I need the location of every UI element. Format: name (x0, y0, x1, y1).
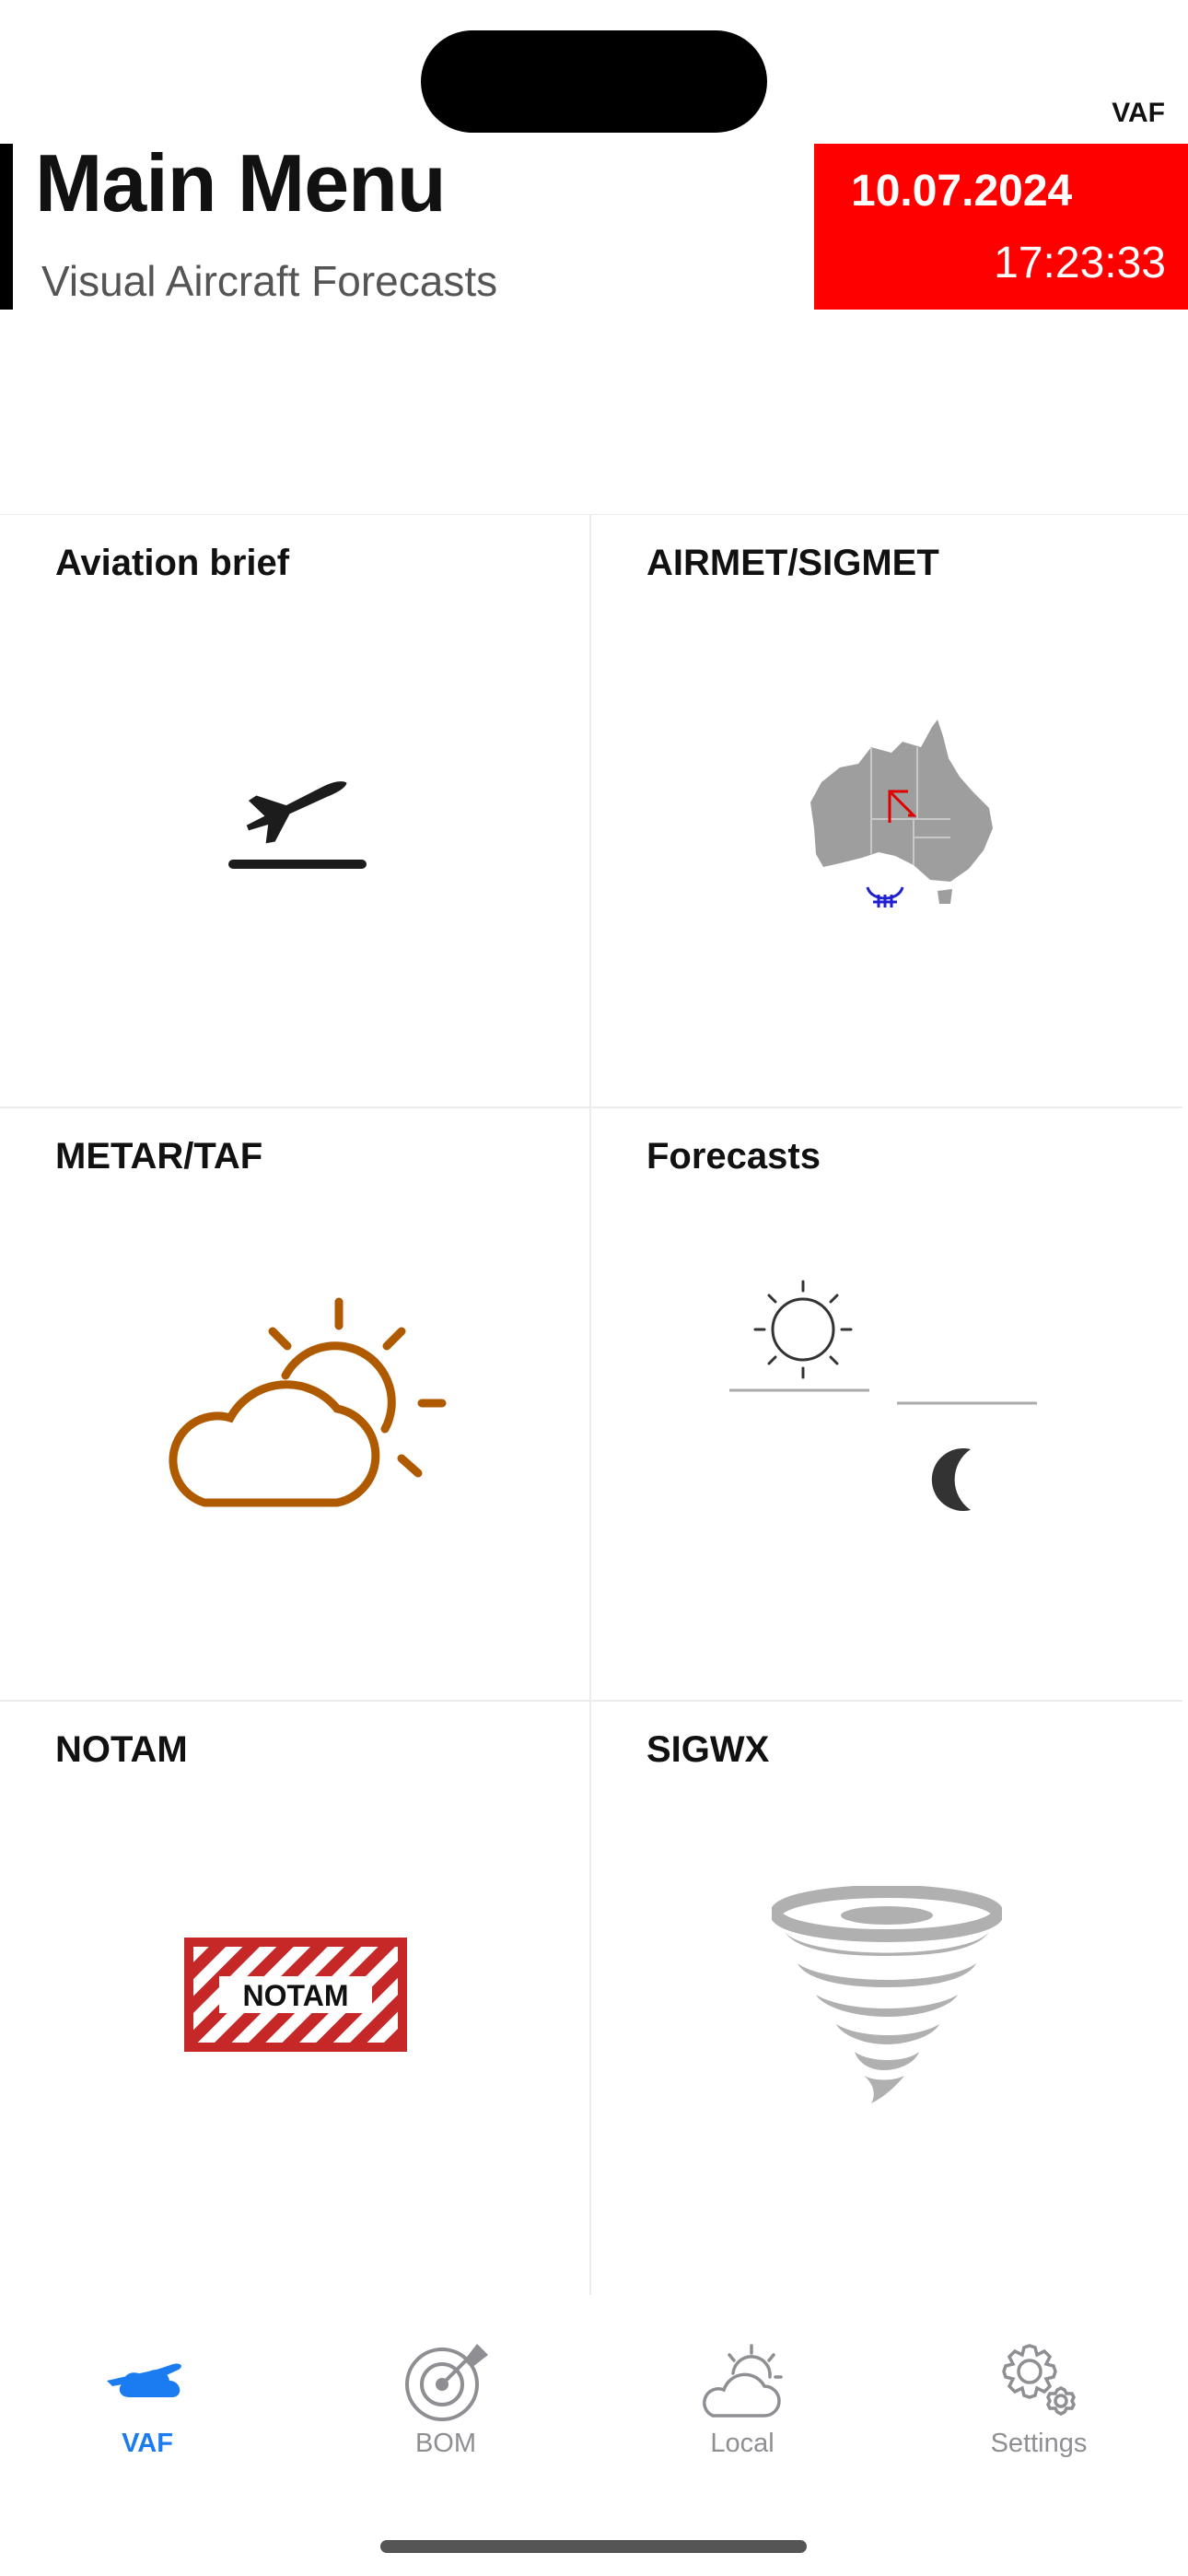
tile-airmet-sigmet[interactable]: AIRMET/SIGMET (591, 515, 1182, 1108)
gear-icon (1002, 2344, 1076, 2416)
page-title: Main Menu (35, 137, 447, 228)
tab-vaf[interactable]: VAF (55, 2340, 239, 2478)
tab-label: Local (710, 2429, 775, 2458)
tile-label: Aviation brief (55, 543, 290, 583)
tab-label: BOM (414, 2429, 477, 2458)
radar-icon (405, 2344, 488, 2421)
dynamic-island (421, 30, 767, 133)
tab-bar: VAF BOM Local Settings (0, 2340, 1188, 2497)
tile-label: NOTAM (55, 1729, 188, 1770)
current-time: 17:23:33 (994, 239, 1166, 287)
brand-tag: VAF (1112, 98, 1165, 128)
tab-local[interactable]: Local (650, 2340, 834, 2478)
datetime-box: 10.07.2024 17:23:33 (814, 144, 1188, 310)
page-subtitle: Visual Aircraft Forecasts (41, 257, 498, 305)
notam-sign-text: NOTAM (243, 1979, 349, 2012)
tab-label: Settings (990, 2429, 1088, 2458)
tile-label: Forecasts (646, 1136, 821, 1177)
tile-notam[interactable]: NOTAM NOTAM (0, 1702, 591, 2295)
airplane-takeoff-icon (228, 781, 367, 869)
tab-bom[interactable]: BOM (354, 2340, 538, 2478)
title-accent-bar (0, 144, 13, 310)
home-indicator (380, 2540, 807, 2553)
tab-settings[interactable]: Settings (947, 2340, 1131, 2478)
tile-metar-taf[interactable]: METAR/TAF (0, 1108, 591, 1702)
tile-label: SIGWX (646, 1729, 770, 1770)
sun-moon-icon (729, 1280, 1037, 1511)
tornado-icon (772, 1886, 1002, 2103)
partly-cloudy-icon (169, 1297, 447, 1507)
tile-sigwx[interactable]: SIGWX (591, 1702, 1182, 2295)
plane-cloud-icon (107, 2363, 181, 2397)
tab-label: VAF (122, 2429, 173, 2458)
tile-forecasts[interactable]: Forecasts (591, 1108, 1182, 1702)
tile-aviation-brief[interactable]: Aviation brief (0, 515, 591, 1108)
menu-grid: Aviation brief AIRMET/SIGMET METAR/TAF F… (0, 514, 1188, 2295)
cloud-sun-icon (703, 2344, 783, 2418)
notam-sign-icon: NOTAM (184, 1938, 407, 2052)
tile-label: METAR/TAF (55, 1136, 263, 1177)
australia-map-icon (810, 720, 993, 907)
tile-label: AIRMET/SIGMET (646, 543, 939, 583)
current-date: 10.07.2024 (851, 167, 1073, 216)
